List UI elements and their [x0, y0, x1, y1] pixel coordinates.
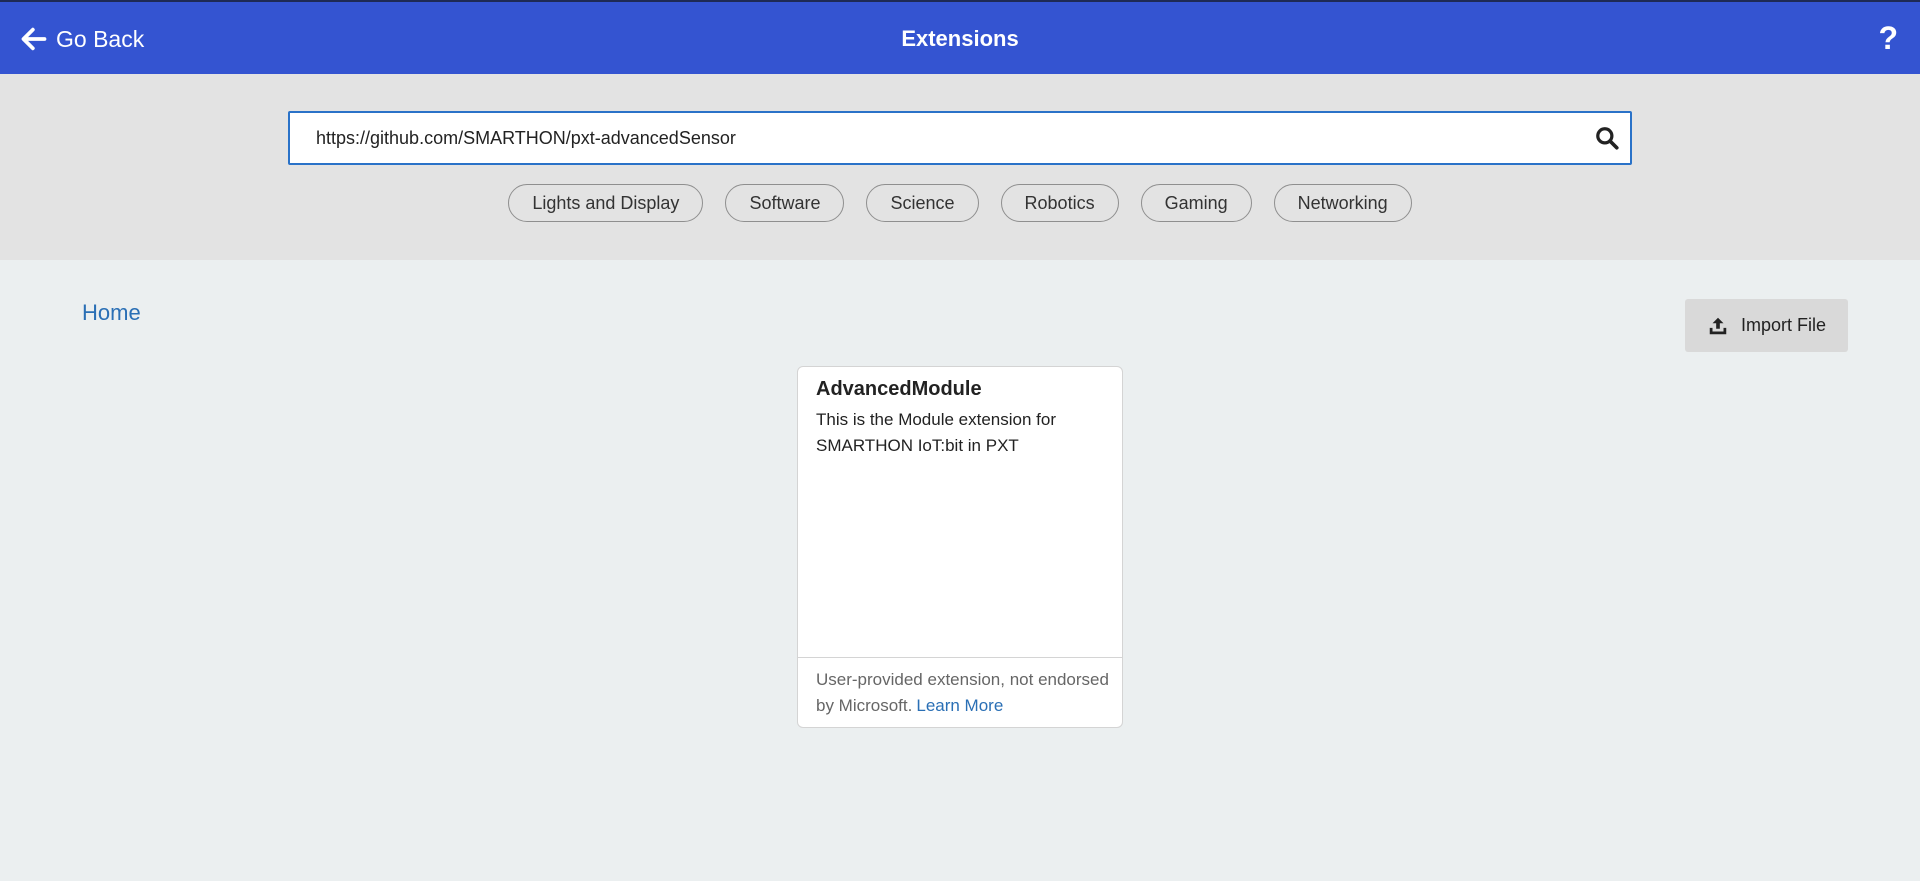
page-title: Extensions — [901, 26, 1019, 51]
card-divider — [798, 657, 1122, 658]
search-button[interactable] — [1594, 125, 1620, 151]
search-input[interactable] — [316, 113, 1556, 163]
top-header: Go Back Extensions ? — [0, 0, 1920, 74]
search-section: Lights and Display Software Science Robo… — [0, 74, 1920, 260]
search-icon — [1596, 127, 1619, 150]
tag-lights-and-display[interactable]: Lights and Display — [508, 184, 704, 222]
tag-robotics[interactable]: Robotics — [1000, 184, 1119, 222]
extension-title: AdvancedModule — [816, 378, 982, 400]
extension-description: This is the Module extension for SMARTHO… — [816, 410, 1057, 455]
search-box — [288, 111, 1632, 165]
tag-networking[interactable]: Networking — [1273, 184, 1412, 222]
upload-icon — [1709, 317, 1727, 334]
import-file-button[interactable]: Import File — [1685, 299, 1848, 352]
extension-card[interactable]: AdvancedModule This is the Module extens… — [797, 366, 1123, 728]
help-icon[interactable]: ? — [1878, 20, 1898, 57]
category-tags: Lights and Display Software Science Robo… — [0, 184, 1920, 222]
extension-disclaimer: User-provided extension, not endorsed by… — [816, 667, 1116, 719]
tag-gaming[interactable]: Gaming — [1140, 184, 1252, 222]
learn-more-link[interactable]: Learn More — [916, 696, 1003, 715]
import-file-label: Import File — [1740, 315, 1827, 335]
breadcrumb-home-link[interactable]: Home — [82, 300, 141, 326]
tag-software[interactable]: Software — [725, 184, 845, 222]
tag-science[interactable]: Science — [866, 184, 979, 222]
